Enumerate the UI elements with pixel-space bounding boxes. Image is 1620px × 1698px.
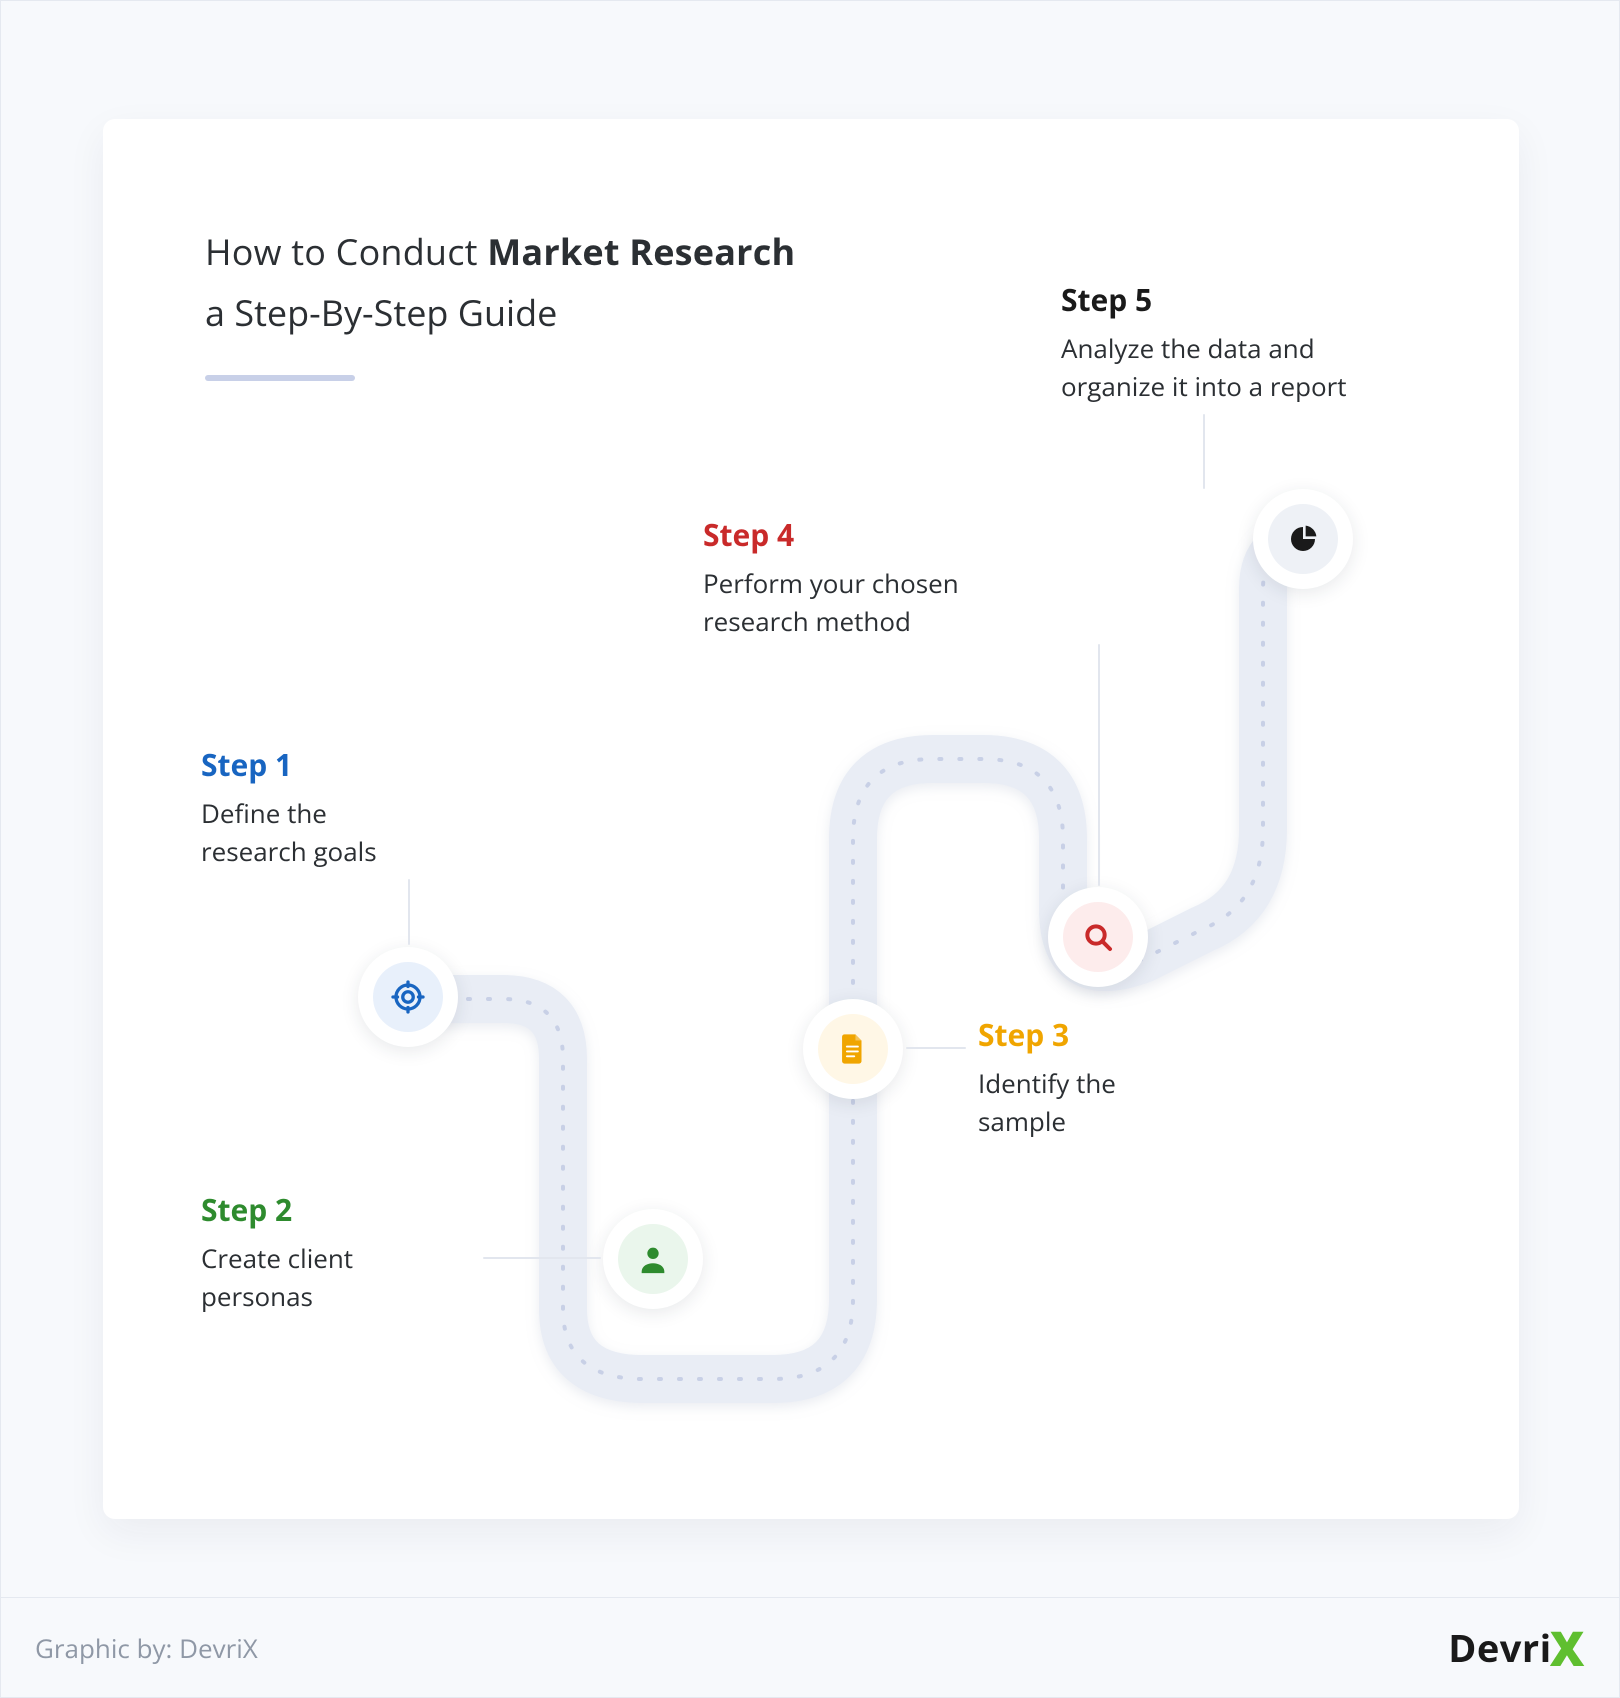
credit-name: DevriX [179,1630,258,1666]
credit-text: Graphic by: DevriX [35,1630,258,1666]
leader-line [1203,414,1205,489]
pie-chart-icon [1268,504,1338,574]
infographic-card: How to Conduct Market Research a Step-By… [103,119,1519,1519]
brand-text: Devri [1448,1622,1552,1674]
footer: Graphic by: DevriX DevriX [1,1597,1619,1697]
target-icon [373,962,443,1032]
document-icon [818,1014,888,1084]
step-1-text: Step 1 Define the research goals [201,744,431,870]
step-desc: Identify the sample [978,1065,1178,1140]
leader-line [906,1047,966,1049]
node-step-5 [1253,489,1353,589]
leader-line [408,879,410,945]
step-desc: Define the research goals [201,795,431,870]
step-title: Step 3 [978,1014,1178,1055]
node-step-1 [358,947,458,1047]
credit-label: Graphic by: [35,1630,179,1666]
search-icon [1063,902,1133,972]
brand-logo: DevriX [1448,1622,1585,1674]
step-desc: Analyze the data and organize it into a … [1061,330,1421,405]
leader-line [1098,644,1100,886]
page: How to Conduct Market Research a Step-By… [0,0,1620,1698]
step-title: Step 2 [201,1189,421,1230]
leader-line [483,1257,601,1259]
person-icon [618,1224,688,1294]
step-title: Step 5 [1061,279,1421,320]
node-step-2 [603,1209,703,1309]
step-5-text: Step 5 Analyze the data and organize it … [1061,279,1421,405]
step-desc: Create client personas [201,1240,421,1315]
step-desc: Perform your chosen research method [703,565,1043,640]
step-4-text: Step 4 Perform your chosen research meth… [703,514,1043,640]
step-title: Step 4 [703,514,1043,555]
road-diagram: Step 1 Define the research goals Step 2 … [103,119,1519,1519]
step-title: Step 1 [201,744,431,785]
step-3-text: Step 3 Identify the sample [978,1014,1178,1140]
node-step-4 [1048,887,1148,987]
node-step-3 [803,999,903,1099]
brand-x-icon: X [1550,1630,1585,1668]
step-2-text: Step 2 Create client personas [201,1189,421,1315]
